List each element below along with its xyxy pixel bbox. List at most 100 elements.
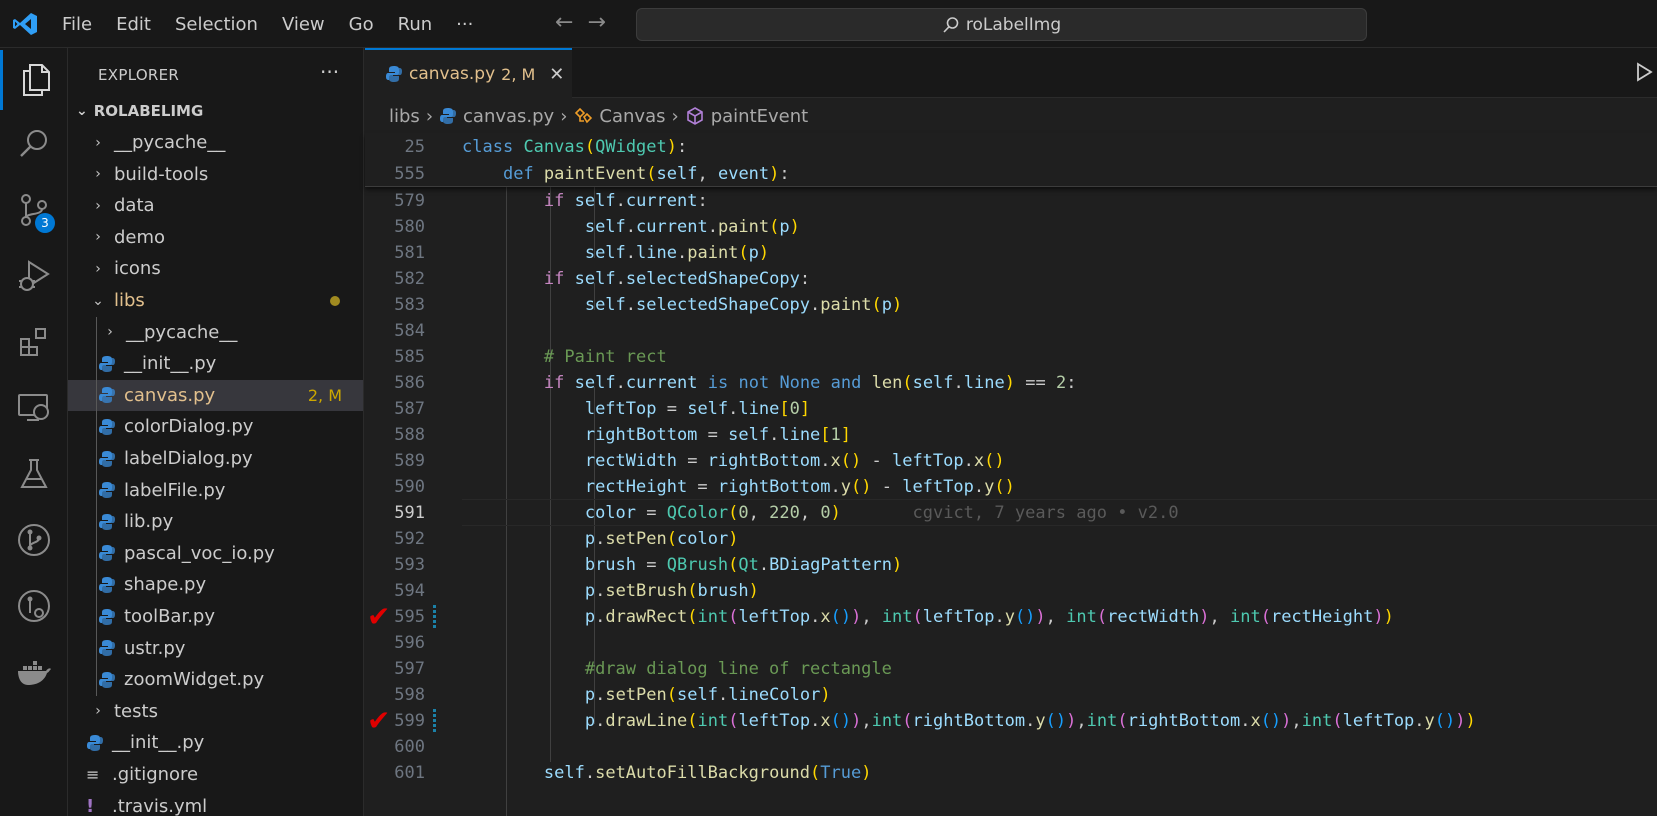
tree-folder[interactable]: › __pycache__ xyxy=(68,127,363,158)
yaml-file-icon: ! xyxy=(86,795,95,816)
tree-item-label: data xyxy=(114,195,155,217)
git-graph-activity[interactable] xyxy=(0,510,68,570)
breadcrumb-folder[interactable]: libs xyxy=(389,106,420,127)
more-actions-icon[interactable]: ··· xyxy=(320,60,339,84)
explorer-activity[interactable] xyxy=(0,50,68,110)
workspace-root[interactable]: ⌄ ROLABELIMG xyxy=(76,102,203,120)
run-debug-icon xyxy=(19,260,50,291)
code-line[interactable]: ✔ 599 p.drawLine(int(leftTop.x()),int(ri… xyxy=(365,704,1657,737)
menu-more[interactable]: ··· xyxy=(444,14,485,35)
tree-file[interactable]: ustr.py xyxy=(68,633,363,664)
code-line[interactable]: 579 if self.current: xyxy=(365,187,1657,214)
code-line[interactable]: 594 p.setBrush(brush) xyxy=(365,577,1657,604)
tree-file[interactable]: pascal_voc_io.py xyxy=(68,538,363,569)
tree-folder[interactable]: › tests xyxy=(68,696,363,727)
code-line[interactable]: 584 xyxy=(365,317,1657,344)
sticky-scroll[interactable]: 25 class Canvas(QWidget): 555 def paintE… xyxy=(365,133,1657,187)
tree-file[interactable]: shape.py xyxy=(68,569,363,600)
sticky-line[interactable]: 555 def paintEvent(self, event): xyxy=(365,160,1657,187)
line-number: 594 xyxy=(394,580,425,601)
tree-file[interactable]: canvas.py 2, M xyxy=(68,379,363,411)
run-python-file-icon[interactable] xyxy=(1635,62,1653,82)
line-number: 25 xyxy=(404,136,425,157)
code-line[interactable]: 590 rectHeight = rightBottom.y() - leftT… xyxy=(365,473,1657,500)
modified-line-indicator[interactable] xyxy=(433,709,436,732)
tree-file[interactable]: zoomWidget.py xyxy=(68,664,363,695)
run-debug-activity[interactable] xyxy=(0,246,68,306)
python-file-icon xyxy=(386,66,402,82)
command-center-search[interactable]: roLabelImg xyxy=(636,8,1367,41)
code-line[interactable]: 581 self.line.paint(p) xyxy=(365,239,1657,266)
tree-file[interactable]: colorDialog.py xyxy=(68,411,363,442)
tab-canvas-py[interactable]: canvas.py 2, M ✕ xyxy=(365,48,572,98)
code-line[interactable]: 586 if self.current is not None and len(… xyxy=(365,369,1657,396)
menu-selection[interactable]: Selection xyxy=(163,14,270,35)
code-editor[interactable]: 25 class Canvas(QWidget): 555 def paintE… xyxy=(365,133,1657,816)
sticky-line[interactable]: 25 class Canvas(QWidget): xyxy=(365,133,1657,160)
search-activity[interactable] xyxy=(0,114,68,174)
menu-file[interactable]: File xyxy=(50,14,104,35)
extensions-activity[interactable] xyxy=(0,312,68,372)
code-line[interactable]: 601 self.setAutoFillBackground(True) xyxy=(365,759,1657,786)
source-control-activity[interactable]: 3 xyxy=(0,180,68,240)
code-line[interactable]: 596 xyxy=(365,629,1657,656)
code-text: rectHeight = rightBottom.y() - leftTop.y… xyxy=(584,476,1015,497)
code-line[interactable]: 593 brush = QBrush(Qt.BDiagPattern) xyxy=(365,551,1657,578)
python-file-icon xyxy=(99,513,115,530)
code-line[interactable]: 588 rightBottom = self.line[1] xyxy=(365,421,1657,448)
code-text: # Paint rect xyxy=(543,346,667,367)
gitlens-activity[interactable] xyxy=(0,576,68,636)
chevron-right-icon: › xyxy=(95,197,101,214)
code-line[interactable]: 583 self.selectedShapeCopy.paint(p) xyxy=(365,291,1657,318)
testing-activity[interactable] xyxy=(0,444,68,504)
forward-arrow-icon[interactable]: → xyxy=(587,10,605,35)
tree-file[interactable]: __init__.py xyxy=(68,348,363,379)
tree-item-label: demo xyxy=(114,226,166,248)
docker-activity[interactable] xyxy=(0,642,68,702)
breadcrumb-method[interactable]: paintEvent xyxy=(711,106,809,127)
tree-folder[interactable]: ⌄ libs xyxy=(68,285,363,316)
breadcrumb-class[interactable]: Canvas xyxy=(599,106,665,127)
tree-file[interactable]: lib.py xyxy=(68,506,363,537)
code-text: p.setPen(self.lineColor) xyxy=(584,684,831,705)
code-line[interactable]: 597 #draw dialog line of rectangle xyxy=(365,655,1657,682)
modified-line-indicator[interactable] xyxy=(433,605,436,628)
tree-file[interactable]: labelFile.py xyxy=(68,475,363,506)
remote-explorer-activity[interactable] xyxy=(0,378,68,438)
tree-folder[interactable]: › data xyxy=(68,190,363,221)
tree-file[interactable]: ≡ .gitignore xyxy=(68,759,363,790)
menu-go[interactable]: Go xyxy=(337,14,386,35)
tree-file[interactable]: labelDialog.py xyxy=(68,443,363,474)
explorer-header: EXPLORER xyxy=(98,66,180,84)
tree-item-label: __init__.py xyxy=(112,732,205,754)
tree-folder[interactable]: › __pycache__ xyxy=(68,317,363,348)
code-line[interactable]: 587 leftTop = self.line[0] xyxy=(365,395,1657,422)
line-number: 596 xyxy=(394,632,425,653)
tree-file[interactable]: ! .travis.yml xyxy=(68,791,363,816)
inline-blame[interactable]: cgvict, 7 years ago • v2.0 xyxy=(913,503,1179,523)
menu-view[interactable]: View xyxy=(270,14,337,35)
code-text: #draw dialog line of rectangle xyxy=(584,658,892,679)
tree-folder[interactable]: › demo xyxy=(68,222,363,253)
code-line[interactable]: 600 xyxy=(365,733,1657,760)
tree-file[interactable]: toolBar.py xyxy=(68,601,363,632)
code-line[interactable]: ✔ 595 p.drawRect(int(leftTop.x()), int(l… xyxy=(365,600,1657,633)
close-icon[interactable]: ✕ xyxy=(549,64,564,85)
back-arrow-icon[interactable]: ← xyxy=(555,10,573,35)
chevron-right-icon: › xyxy=(95,166,101,183)
code-line[interactable]: 580 self.current.paint(p) xyxy=(365,213,1657,240)
docker-icon xyxy=(18,661,51,685)
code-line-current[interactable]: 591 color = QColor(0, 220, 0) cgvict, 7 … xyxy=(365,499,1657,526)
code-line[interactable]: 592 p.setPen(color) xyxy=(365,525,1657,552)
breadcrumb-file[interactable]: canvas.py xyxy=(463,106,554,127)
code-line[interactable]: 589 rectWidth = rightBottom.x() - leftTo… xyxy=(365,447,1657,474)
code-line[interactable]: 582 if self.selectedShapeCopy: xyxy=(365,265,1657,292)
tree-folder[interactable]: › build-tools xyxy=(68,159,363,190)
code-line[interactable]: 585 # Paint rect xyxy=(365,343,1657,370)
chevron-down-icon: ⌄ xyxy=(92,292,104,309)
tree-folder[interactable]: › icons xyxy=(68,253,363,284)
menu-edit[interactable]: Edit xyxy=(104,14,163,35)
code-line[interactable]: 598 p.setPen(self.lineColor) xyxy=(365,681,1657,708)
tree-file[interactable]: __init__.py xyxy=(68,727,363,758)
menu-run[interactable]: Run xyxy=(386,14,445,35)
